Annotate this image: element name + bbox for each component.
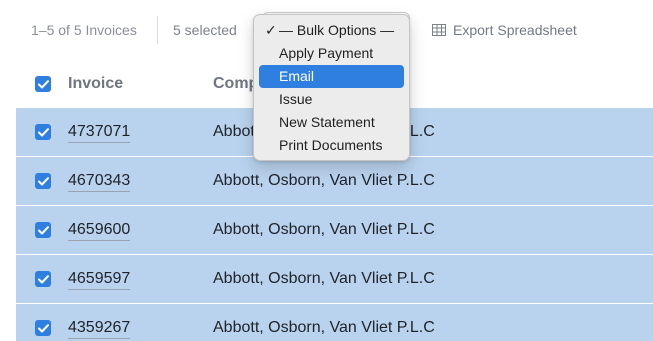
row-checkbox[interactable] [35,124,51,140]
company-name: Abbott, Osborn, Van Vliet P.L.C [213,319,435,336]
company-name: Abbott, Osborn, Van Vliet P.L.C [213,221,435,238]
table-row[interactable]: 4659597 Abbott, Osborn, Van Vliet P.L.C [16,255,653,304]
row-checkbox[interactable] [35,173,51,189]
row-checkbox[interactable] [35,222,51,238]
menu-item-bulk-options[interactable]: ✓ — Bulk Options — [259,19,404,42]
export-spreadsheet-button[interactable]: Export Spreadsheet [432,20,577,40]
range-label: 1–5 of 5 Invoices [31,22,137,38]
menu-item-apply-payment[interactable]: Apply Payment [259,42,404,65]
select-all-checkbox[interactable] [35,76,51,92]
table-row[interactable]: 4359267 Abbott, Osborn, Van Vliet P.L.C [16,304,653,341]
table-row[interactable]: 4659600 Abbott, Osborn, Van Vliet P.L.C [16,206,653,255]
invoice-number-link[interactable]: 4659600 [68,221,131,241]
invoice-number-link[interactable]: 4359267 [68,319,131,339]
checkmark-icon [37,79,49,88]
checkmark-icon [37,225,49,234]
invoices-page: 1–5 of 5 Invoices 5 selected Export Spre… [0,0,653,341]
menu-item-email[interactable]: Email [259,65,404,88]
checkmark-icon [37,323,49,332]
checkmark-icon [37,274,49,283]
bulk-options-dropdown-menu: ✓ — Bulk Options — Apply Payment Email Is… [253,14,410,161]
menu-item-new-statement[interactable]: New Statement [259,111,404,134]
company-name: Abbott, Osborn, Van Vliet P.L.C [213,172,435,189]
toolbar-divider [157,16,158,44]
checkmark-icon [37,176,49,185]
company-name: Abbott, Osborn, Van Vliet P.L.C [213,270,435,287]
row-checkbox[interactable] [35,320,51,336]
column-header-invoice[interactable]: Invoice [68,75,123,93]
column-header-company[interactable]: Comp [213,75,258,93]
selected-count-label: 5 selected [173,22,237,38]
menu-item-issue[interactable]: Issue [259,88,404,111]
checkmark-icon [37,127,49,136]
checkmark-icon: ✓ [265,22,277,38]
table-row[interactable]: 4670343 Abbott, Osborn, Van Vliet P.L.C [16,157,653,206]
menu-item-print-documents[interactable]: Print Documents [259,134,404,157]
export-label: Export Spreadsheet [453,22,577,38]
row-checkbox[interactable] [35,271,51,287]
table-grid-icon [432,24,446,36]
invoice-number-link[interactable]: 4670343 [68,172,131,192]
invoice-number-link[interactable]: 4659597 [68,270,131,290]
invoice-number-link[interactable]: 4737071 [68,123,131,143]
